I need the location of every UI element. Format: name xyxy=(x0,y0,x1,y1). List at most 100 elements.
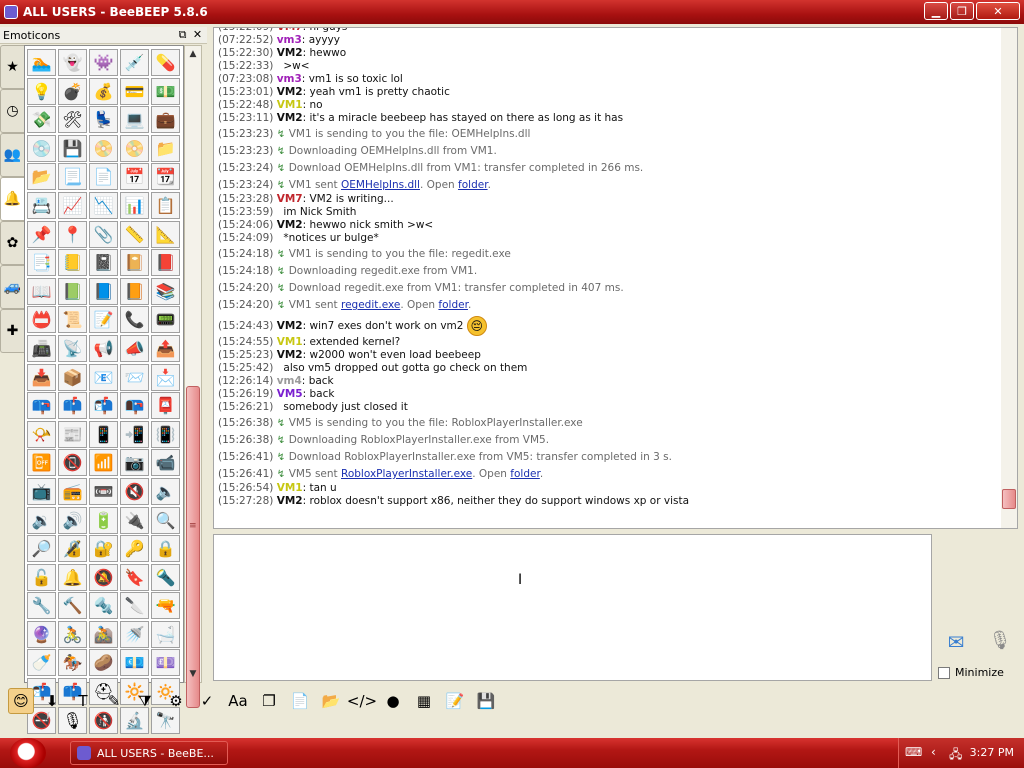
notes-icon[interactable]: 📝 xyxy=(442,688,468,714)
sender-name[interactable]: VM2 xyxy=(277,112,303,124)
sender-name[interactable]: VM1 xyxy=(277,482,303,494)
emoticon-cell[interactable]: 🚴 xyxy=(58,620,87,648)
emoticon-cell[interactable]: 🚵 xyxy=(89,620,118,648)
emoticon-cell[interactable]: 📑 xyxy=(27,249,56,277)
emoticon-cell[interactable]: 💊 xyxy=(151,49,180,76)
emoticon-cell[interactable]: 📲 xyxy=(120,420,149,448)
emoticon-cell[interactable]: 📒 xyxy=(58,249,87,277)
emoticon-cell[interactable]: 🔍 xyxy=(151,506,180,534)
close-panel-icon[interactable]: ✕ xyxy=(191,28,204,41)
emoticon-cell[interactable]: 🔏 xyxy=(58,535,87,563)
emoticon-cell[interactable]: 📁 xyxy=(151,134,180,162)
emoticon-cell[interactable]: 📗 xyxy=(58,277,87,305)
network-tray-icon[interactable]: 🖧 xyxy=(949,745,962,766)
emoticon-cell[interactable]: 📃 xyxy=(58,163,87,191)
emoticon-cell[interactable]: 📔 xyxy=(120,249,149,277)
emoticon-cell[interactable]: 💷 xyxy=(151,649,180,677)
sender-name[interactable]: vm4 xyxy=(277,375,302,387)
emoticon-cell[interactable]: 🔉 xyxy=(27,506,56,534)
emoticon-cell[interactable]: 📥 xyxy=(27,363,56,391)
taskbar-task-beebeep[interactable]: ALL USERS - BeeBE... xyxy=(70,741,228,765)
emoticon-cell[interactable]: 🔖 xyxy=(120,563,149,591)
emoticon-cell[interactable]: 📺 xyxy=(27,477,56,505)
people-icon[interactable]: 👥 xyxy=(0,133,24,177)
voice-message-icon[interactable]: 🎙 xyxy=(988,630,1012,660)
emoticon-cell[interactable]: 🔋 xyxy=(89,506,118,534)
emoticon-cell[interactable]: 📆 xyxy=(151,163,180,191)
emoticon-cell[interactable]: 📹 xyxy=(151,449,180,477)
emoticon-cell[interactable]: 💶 xyxy=(120,649,149,677)
emoticon-cell[interactable]: 📈 xyxy=(58,191,87,219)
chat-scrollbar[interactable] xyxy=(1001,28,1017,528)
emoticon-cell[interactable]: 📍 xyxy=(58,220,87,248)
close-window-button[interactable]: ✕ xyxy=(976,2,1020,20)
file-link[interactable]: regedit.exe xyxy=(341,299,400,311)
emoticon-cell[interactable]: 🔫 xyxy=(151,592,180,620)
emoticon-cell[interactable]: 📷 xyxy=(120,449,149,477)
emoticon-cell[interactable]: 🔌 xyxy=(120,506,149,534)
emoticon-cell[interactable]: 🔔 xyxy=(58,563,87,591)
emoticon-cell[interactable]: 🔒 xyxy=(151,535,180,563)
emoticon-cell[interactable]: 🔈 xyxy=(151,477,180,505)
sender-name[interactable]: VM2 xyxy=(277,86,303,98)
emoticon-cell[interactable]: 👾 xyxy=(89,49,118,76)
minimize-window-button[interactable]: ▁ xyxy=(924,2,948,20)
emoticon-cell[interactable]: 💡 xyxy=(27,77,56,105)
file-link[interactable]: RobloxPlayerInstaller.exe xyxy=(341,468,472,480)
emoticon-cell[interactable]: 🔦 xyxy=(151,563,180,591)
emoticon-cell[interactable]: 📠 xyxy=(27,334,56,362)
emoticon-cell[interactable]: 🔧 xyxy=(27,592,56,620)
emoticon-cell[interactable]: 🛠 xyxy=(58,106,87,134)
emoticon-cell[interactable]: 📛 xyxy=(27,306,56,334)
emoticon-cell[interactable]: 🔮 xyxy=(27,620,56,648)
emoticon-cell[interactable]: 🍼 xyxy=(27,649,56,677)
emoticon-cell[interactable]: 📪 xyxy=(27,392,56,420)
symbols-icon[interactable]: ✚ xyxy=(0,309,24,353)
chat-history[interactable]: (15:22:09) VM7: hi guys (07:22:52) vm3: a… xyxy=(213,27,1018,529)
send-folder-icon[interactable]: 📂 xyxy=(318,688,344,714)
sender-name[interactable]: VM5 xyxy=(277,388,303,400)
spellcheck-icon[interactable]: ✓ xyxy=(194,688,220,714)
chevron-left-icon[interactable]: ‹ xyxy=(931,745,936,759)
emoticon-cell[interactable]: 📳 xyxy=(151,420,180,448)
copy-icon[interactable]: ❐ xyxy=(256,688,282,714)
emoticon-cell[interactable]: 📜 xyxy=(58,306,87,334)
emoticon-cell[interactable]: 📢 xyxy=(89,334,118,362)
star-icon[interactable]: ★ xyxy=(0,45,24,89)
emoticon-cell[interactable]: 📧 xyxy=(89,363,118,391)
emoticon-cell[interactable]: 📌 xyxy=(27,220,56,248)
sender-name[interactable]: vm3 xyxy=(277,34,302,46)
dictionary-icon[interactable]: Aa xyxy=(225,688,251,714)
emoticon-cell[interactable]: 💸 xyxy=(27,106,56,134)
emoticon-cell[interactable]: 📡 xyxy=(58,334,87,362)
sender-name[interactable]: VM1 xyxy=(277,99,303,111)
emoticon-cell[interactable]: 🥔 xyxy=(89,649,118,677)
send-message-button[interactable]: ✉ xyxy=(940,630,972,658)
screenshot-icon[interactable]: ● xyxy=(380,688,406,714)
sender-name[interactable]: VM2 xyxy=(277,495,303,507)
emoticon-cell[interactable]: 📱 xyxy=(89,420,118,448)
emoticon-cell[interactable]: 📵 xyxy=(58,449,87,477)
emoticon-cell[interactable]: 📯 xyxy=(27,420,56,448)
emoticon-cell[interactable]: 📴 xyxy=(27,449,56,477)
emoticon-scrollbar[interactable]: ▲ ≡ ▼ xyxy=(184,45,202,708)
flower-icon[interactable]: ✿ xyxy=(0,221,24,265)
emoticon-cell[interactable]: 📦 xyxy=(58,363,87,391)
emoticon-cell[interactable]: 📋 xyxy=(151,191,180,219)
emoticon-cell[interactable]: 📉 xyxy=(89,191,118,219)
send-file-icon[interactable]: 📄 xyxy=(287,688,313,714)
sender-name[interactable]: VM2 xyxy=(277,47,303,59)
emoticon-cell[interactable]: 🔊 xyxy=(58,506,87,534)
color-picker-icon[interactable]: ✎ xyxy=(101,688,127,714)
emoticon-cell[interactable]: 📇 xyxy=(27,191,56,219)
filter-icon[interactable]: ⧩ xyxy=(132,688,158,714)
bell-icon[interactable]: 🔔 xyxy=(0,177,24,221)
chat-scroll-thumb[interactable] xyxy=(1002,489,1016,509)
emoticon-cell[interactable]: 🔩 xyxy=(89,592,118,620)
emoticon-cell[interactable]: 💣 xyxy=(58,77,87,105)
emoticon-cell[interactable]: 📅 xyxy=(120,163,149,191)
save-icon[interactable]: 💾 xyxy=(473,688,499,714)
emoticon-cell[interactable]: 🔨 xyxy=(58,592,87,620)
emoticons-smiley-icon[interactable]: 😊 xyxy=(8,688,34,714)
start-button[interactable] xyxy=(10,738,46,768)
